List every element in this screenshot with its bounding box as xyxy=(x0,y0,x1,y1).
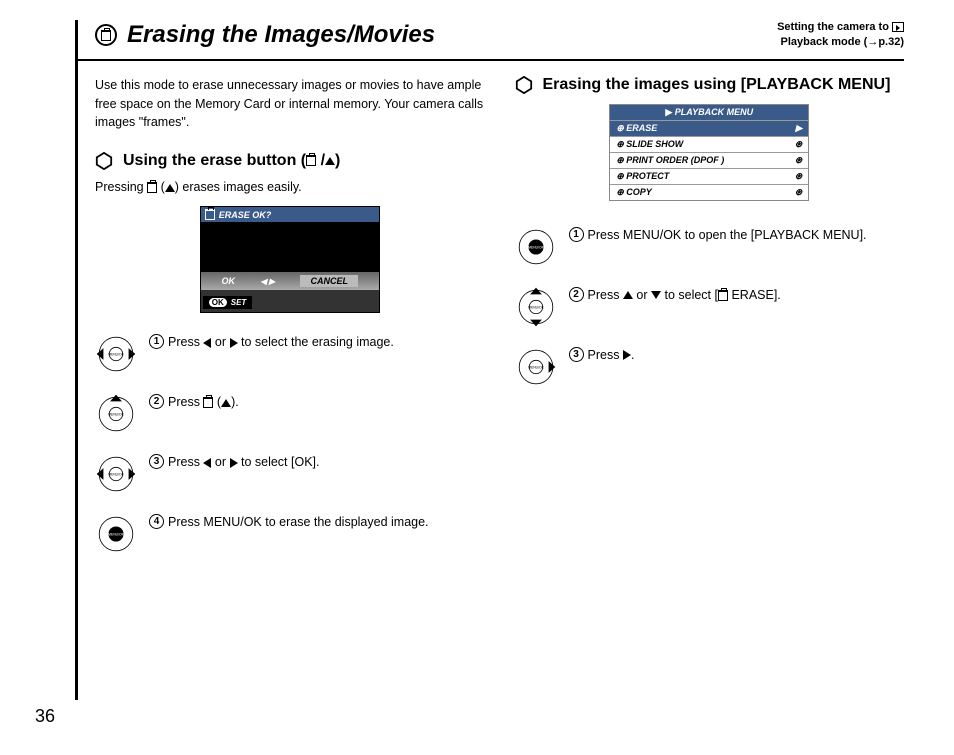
right-step-1: MENU/OK 1 Press MENU/OK to open the [PLA… xyxy=(515,226,905,268)
trash-icon xyxy=(147,182,157,193)
left-title-suffix: ) xyxy=(335,152,340,169)
step-num: 1 xyxy=(569,227,584,242)
left-step-1: MENU/OK 1 Press or to select the erasing… xyxy=(95,333,485,375)
ss-cancel-label: CANCEL xyxy=(300,275,358,287)
step-content: Press MENU/OK to erase the displayed ima… xyxy=(168,513,429,532)
dpad-right-icon: MENU/OK xyxy=(515,346,557,388)
left-step-4: MENU/OK 4 Press MENU/OK to erase the dis… xyxy=(95,513,485,555)
menu-row-copy: ⊕ COPY⊛ xyxy=(610,184,808,200)
vertical-rule xyxy=(75,20,78,700)
step-num: 1 xyxy=(149,334,164,349)
dpad-horizontal-icon: MENU/OK xyxy=(95,333,137,375)
trash-icon xyxy=(718,290,728,301)
up-triangle-icon xyxy=(325,157,335,165)
ss-ok-label: OK xyxy=(221,276,235,286)
page-header: Erasing the Images/Movies Setting the ca… xyxy=(75,20,904,61)
trash-icon xyxy=(205,209,215,220)
left-subtext: Pressing () erases images easily. xyxy=(95,180,485,194)
header-right-note: Setting the camera to Playback mode (→p.… xyxy=(777,20,904,51)
page-title: Erasing the Images/Movies xyxy=(127,21,435,49)
intro-text: Use this mode to erase unnecessary image… xyxy=(95,76,485,132)
svg-text:MENU/OK: MENU/OK xyxy=(108,473,124,477)
right-section-header: Erasing the images using [PLAYBACK MENU] xyxy=(515,76,905,94)
left-sub-prefix: Pressing xyxy=(95,180,147,194)
up-triangle-icon xyxy=(221,399,231,407)
playback-icon xyxy=(892,22,904,32)
step-num: 2 xyxy=(569,287,584,302)
svg-text:MENU/OK: MENU/OK xyxy=(108,413,124,417)
ss-top-bar-text: ERASE OK? xyxy=(219,210,272,220)
erase-confirm-screenshot: ERASE OK? OK ◀ ▶ CANCEL OKSET xyxy=(200,206,380,313)
step-num: 2 xyxy=(149,394,164,409)
step-content: Press or to select [ ERASE]. xyxy=(588,286,781,305)
left-section-title: Using the erase button ( /) xyxy=(123,152,340,170)
menu-row-protect: ⊕ PROTECT⊛ xyxy=(610,168,808,184)
dpad-up-icon: MENU/OK xyxy=(95,393,137,435)
menu-row-erase: ⊕ ERASE▶ xyxy=(610,120,808,136)
hexagon-bullet-icon xyxy=(515,76,533,94)
step-content: Press or to select the erasing image. xyxy=(168,333,394,352)
playback-menu-screenshot: ▶ PLAYBACK MENU ⊕ ERASE▶ ⊕ SLIDE SHOW⊛ ⊕… xyxy=(609,104,809,201)
left-sub-suffix: ) erases images easily. xyxy=(175,180,302,194)
right-step-2: MENU/OK 2 Press or to select [ ERASE]. xyxy=(515,286,905,328)
dpad-horizontal-icon: MENU/OK xyxy=(95,453,137,495)
trash-icon xyxy=(203,397,213,408)
svg-text:MENU/OK: MENU/OK xyxy=(528,365,544,369)
left-step-3: MENU/OK 3 Press or to select [OK]. xyxy=(95,453,485,495)
right-triangle-icon xyxy=(623,350,631,360)
menu-row-dpof: ⊕ PRINT ORDER (DPOF )⊛ xyxy=(610,152,808,168)
left-section-header: Using the erase button ( /) xyxy=(95,152,485,170)
right-triangle-icon xyxy=(230,338,238,348)
ss-set-label: SET xyxy=(231,298,247,307)
menu-row-slideshow: ⊕ SLIDE SHOW⊛ xyxy=(610,136,808,152)
left-title-prefix: Using the erase button ( xyxy=(123,152,306,169)
svg-text:MENU/OK: MENU/OK xyxy=(108,353,124,357)
trash-circle-icon xyxy=(95,24,117,46)
page-number: 36 xyxy=(35,706,55,727)
step-content: Press or to select [OK]. xyxy=(168,453,319,472)
header-right-line1: Setting the camera to xyxy=(777,21,892,33)
up-triangle-icon xyxy=(623,291,633,299)
trash-icon xyxy=(306,155,316,166)
dpad-center-icon: MENU/OK xyxy=(515,226,557,268)
right-triangle-icon xyxy=(230,458,238,468)
left-step-2: MENU/OK 2 Press (). xyxy=(95,393,485,435)
svg-text:MENU/OK: MENU/OK xyxy=(528,305,544,309)
left-column: Use this mode to erase unnecessary image… xyxy=(95,76,485,573)
up-triangle-icon xyxy=(165,184,175,192)
step-content: Press . xyxy=(588,346,635,365)
dpad-vertical-icon: MENU/OK xyxy=(515,286,557,328)
step-num: 3 xyxy=(149,454,164,469)
header-right-line2: Playback mode (→p.32) xyxy=(777,35,904,50)
hexagon-bullet-icon xyxy=(95,152,113,170)
down-triangle-icon xyxy=(651,291,661,299)
right-column: Erasing the images using [PLAYBACK MENU]… xyxy=(515,76,905,573)
right-step-3: MENU/OK 3 Press . xyxy=(515,346,905,388)
menu-header-label: PLAYBACK MENU xyxy=(675,107,753,117)
step-num: 4 xyxy=(149,514,164,529)
svg-text:MENU/OK: MENU/OK xyxy=(528,245,544,249)
step-num: 3 xyxy=(569,347,584,362)
step-content: Press (). xyxy=(168,393,239,412)
step-content: Press MENU/OK to open the [PLAYBACK MENU… xyxy=(588,226,867,245)
svg-text:MENU/OK: MENU/OK xyxy=(108,533,124,537)
dpad-center-icon: MENU/OK xyxy=(95,513,137,555)
right-section-title: Erasing the images using [PLAYBACK MENU] xyxy=(543,76,891,94)
